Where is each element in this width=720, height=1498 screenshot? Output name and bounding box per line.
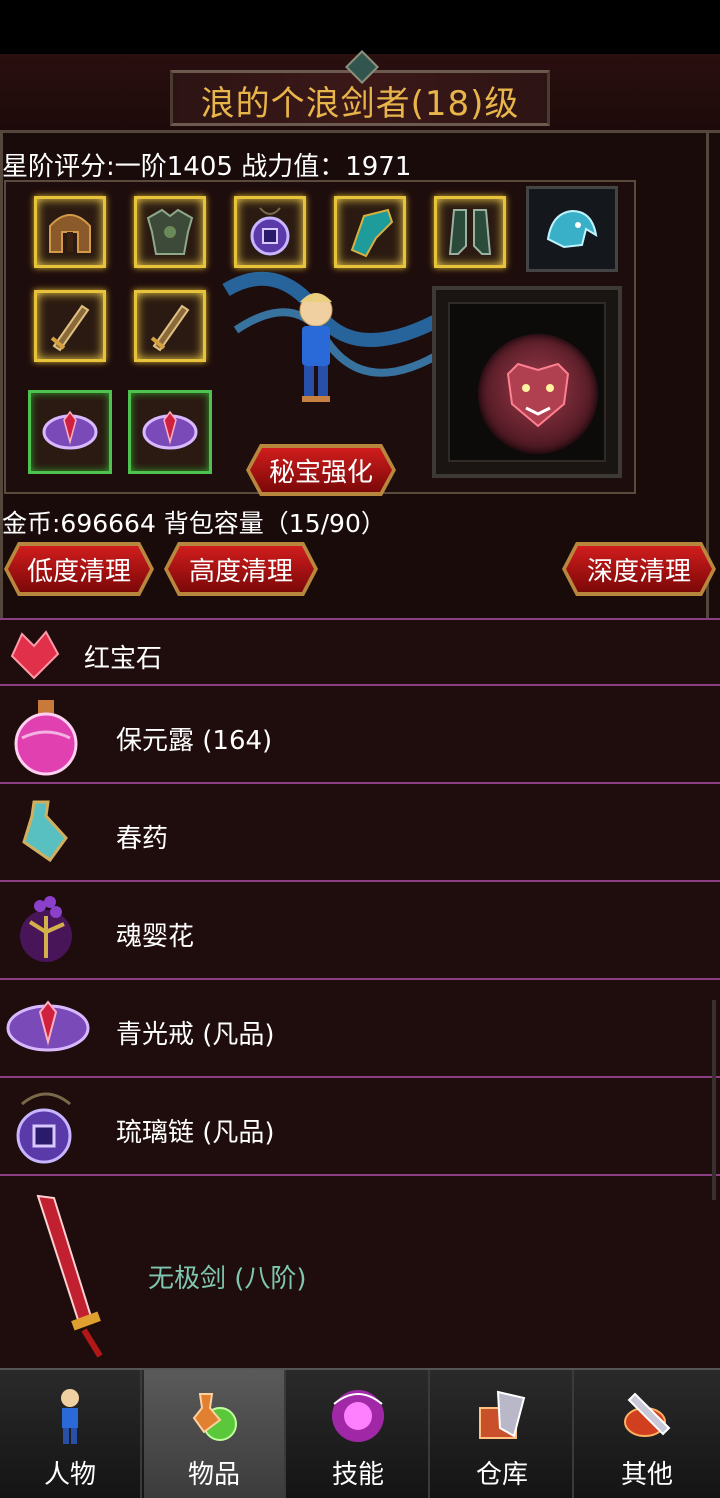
list-item[interactable]: 春药 <box>0 784 720 882</box>
item-label: 青光戒 (凡品) <box>116 1020 275 1050</box>
list-item[interactable]: 红宝石 <box>0 618 720 686</box>
character-model <box>216 250 466 430</box>
treasure-enhance-label: 秘宝强化 <box>250 448 392 492</box>
treasure-enhance-button[interactable]: 秘宝强化 <box>246 444 396 496</box>
beast-frame <box>448 302 606 462</box>
list-item[interactable]: 无极剑 (八阶) <box>0 1176 720 1372</box>
deep-clean-button[interactable]: 深度清理 <box>562 542 716 596</box>
spirit-beast-panel[interactable] <box>432 286 622 478</box>
status-bar <box>0 0 720 54</box>
tab-label: 仓库 <box>475 1460 528 1490</box>
low-clean-button[interactable]: 低度清理 <box>4 542 154 596</box>
tab-warehouse[interactable]: 仓库 <box>432 1370 574 1498</box>
armor-icon <box>146 208 194 255</box>
ring-icon <box>142 410 198 450</box>
item-label: 红宝石 <box>84 644 163 674</box>
slot-weapon-left[interactable] <box>34 290 106 362</box>
tab-label: 其他 <box>620 1460 673 1490</box>
slot-armor[interactable] <box>134 196 206 268</box>
tab-label: 人物 <box>43 1460 96 1490</box>
item-label: 无极剑 (八阶) <box>148 1264 307 1294</box>
bottom-tab-bar: 人物 物品 技能 仓库 其他 <box>0 1368 720 1498</box>
amulet-icon <box>16 1092 72 1164</box>
item-label: 魂婴花 <box>116 922 195 952</box>
gold-and-bag-capacity: 金币:696664 背包容量（15/90） <box>2 509 386 538</box>
flower-icon <box>20 896 72 962</box>
spirit-beast-icon <box>546 209 598 249</box>
star-score-power: 星阶评分:一阶1405 战力值：1971 <box>2 152 412 182</box>
item-label: 保元露 (164) <box>116 726 273 756</box>
list-scrollbar[interactable] <box>712 1000 716 1200</box>
items-icon <box>192 1393 237 1441</box>
list-item[interactable]: 保元露 (164) <box>0 686 720 784</box>
frame-divider <box>0 130 720 133</box>
bottle-icon <box>22 800 68 863</box>
inventory-list: 红宝石 保元露 (164) 春药 魂婴花 青光戒 (凡品) 琉璃链 (凡品) 无… <box>0 618 720 1372</box>
other-icon <box>624 1392 671 1437</box>
slot-ring-left[interactable] <box>28 390 112 474</box>
page-title: 浪的个浪剑者(18)级 <box>200 84 520 124</box>
low-clean-label: 低度清理 <box>8 546 150 592</box>
tab-label: 物品 <box>187 1460 240 1490</box>
list-item[interactable]: 青光戒 (凡品) <box>0 980 720 1078</box>
slot-spirit-beast[interactable] <box>526 186 618 272</box>
high-clean-button[interactable]: 高度清理 <box>164 542 318 596</box>
sword-icon <box>36 1194 103 1358</box>
tab-label: 技能 <box>331 1460 384 1490</box>
slot-helmet[interactable] <box>34 196 106 268</box>
ring-icon <box>6 1000 90 1052</box>
slot-weapon-right[interactable] <box>134 290 206 362</box>
sword-icon <box>50 304 90 352</box>
sword-icon <box>150 304 190 352</box>
item-label: 春药 <box>116 824 169 854</box>
high-clean-label: 高度清理 <box>168 546 314 592</box>
ruby-icon <box>10 630 60 680</box>
tab-other[interactable]: 其他 <box>576 1370 718 1498</box>
list-item[interactable]: 琉璃链 (凡品) <box>0 1078 720 1176</box>
list-item[interactable]: 魂婴花 <box>0 882 720 980</box>
equipment-panel: 秘宝强化 <box>4 180 636 494</box>
item-label: 琉璃链 (凡品) <box>116 1118 275 1148</box>
helmet-icon <box>49 214 91 253</box>
character-icon <box>61 1389 79 1444</box>
deep-clean-label: 深度清理 <box>566 546 712 592</box>
tab-items[interactable]: 物品 <box>144 1370 286 1498</box>
warehouse-icon <box>479 1390 526 1439</box>
tab-character[interactable]: 人物 <box>0 1370 142 1498</box>
ring-icon <box>42 410 98 450</box>
slot-ring-right[interactable] <box>128 390 212 474</box>
tab-skills[interactable]: 技能 <box>288 1370 430 1498</box>
tiger-emblem-icon <box>478 334 598 454</box>
potion-icon <box>14 700 78 776</box>
character-avatar-icon <box>222 271 460 402</box>
skills-icon <box>332 1390 384 1442</box>
